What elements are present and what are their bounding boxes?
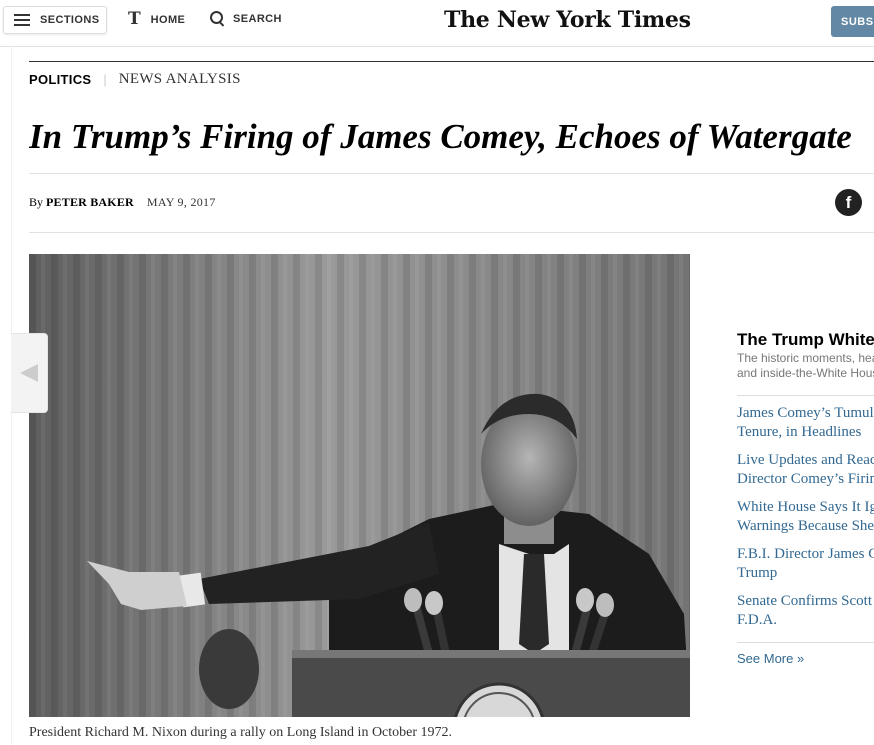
author-link[interactable]: PETER BAKER [46,195,134,210]
rail-divider [737,395,874,396]
rail-story-line: F.D.A. [737,612,778,628]
rail-story-line: Warnings Because She [737,518,874,534]
search-button[interactable]: SEARCH [210,11,282,27]
byline-rule [29,232,874,233]
search-label: SEARCH [233,13,282,25]
rail-story-link[interactable]: Live Updates and Reactions to Director C… [737,451,874,489]
subscribe-button[interactable]: SUBSCRIBE [831,6,874,37]
lead-photo[interactable] [29,254,690,717]
kicker-news-analysis[interactable]: NEWS ANALYSIS [119,71,241,88]
nyt-logo[interactable]: The New York Times [444,7,691,33]
rail-story-link[interactable]: White House Says It Ignored Warnings Bec… [737,498,874,536]
rail-description-line: The historic moments, headlines [737,351,874,365]
see-more-link[interactable]: See More » [737,651,874,666]
kicker-bar: POLITICS | NEWS ANALYSIS [29,71,241,88]
kicker-separator: | [103,72,107,87]
rail-story-link[interactable]: James Comey’s Tumultuous Tenure, in Head… [737,404,874,442]
masthead-bar: SECTIONS T HOME SEARCH The New York Time… [0,0,874,47]
rail-story-line: Tenure, in Headlines [737,424,862,440]
arrow-left-icon [20,364,38,382]
photo-caption: President Richard M. Nixon during a rall… [29,725,453,740]
sections-label: SECTIONS [40,14,100,26]
rail-story-link[interactable]: F.B.I. Director James Comey Trump [737,545,874,583]
publish-date: MAY 9, 2017 [146,195,216,209]
rail-story-line: Director Comey’s Firing [737,471,874,487]
article-headline: In Trump’s Firing of James Comey, Echoes… [29,117,852,156]
hamburger-icon [14,14,30,26]
search-icon [210,11,226,27]
headline-rule [29,173,874,174]
rail-description: The historic moments, headlines and insi… [737,351,874,381]
rail-story-line: Senate Confirms Scott Gottlieb [737,593,874,609]
rail-story-list: James Comey’s Tumultuous Tenure, in Head… [737,404,874,630]
nyt-t-icon: T [128,9,141,29]
rail-divider [737,642,874,643]
previous-article-button[interactable] [11,333,48,413]
home-label: HOME [150,13,186,26]
related-rail: The Trump White House The historic momen… [737,329,874,666]
rail-story-line: F.B.I. Director James Comey [737,546,874,562]
rail-story-line: Live Updates and Reactions to [737,452,874,468]
facebook-share-icon[interactable]: f [835,189,862,216]
nixon-rally-photo [29,254,690,717]
sections-button[interactable]: SECTIONS [3,6,107,34]
rail-story-line: Trump [737,565,778,581]
rail-title[interactable]: The Trump White House [737,329,874,351]
home-link[interactable]: T HOME [128,11,185,28]
byline-prefix: By [29,195,44,209]
rail-story-line: White House Says It Ignored [737,499,874,515]
section-rule [29,61,874,62]
rail-description-line: and inside-the-White House [737,366,874,380]
rail-story-link[interactable]: Senate Confirms Scott Gottlieb F.D.A. [737,592,874,630]
section-link-politics[interactable]: POLITICS [29,72,91,87]
byline: By PETER BAKER MAY 9, 2017 [29,195,216,210]
rail-story-line: James Comey’s Tumultuous [737,405,874,421]
